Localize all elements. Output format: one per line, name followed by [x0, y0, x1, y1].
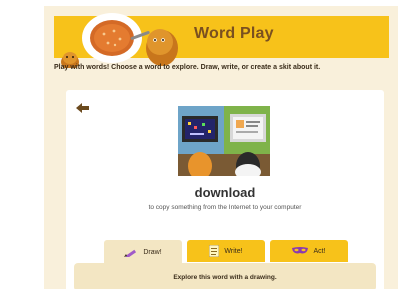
vocabulary-word: download: [194, 185, 256, 200]
word-card: download to copy something from the Inte…: [66, 90, 384, 289]
explore-instruction: Explore this word with a drawing.: [173, 273, 277, 281]
tab-act[interactable]: Act!: [270, 240, 348, 262]
word-definition: to copy something from the Internet to y…: [148, 204, 302, 211]
tab-act-label: Act!: [313, 247, 326, 255]
page-title: Word Play: [194, 25, 274, 42]
pie-illustration: [61, 13, 178, 68]
tab-write-label: Write!: [224, 247, 243, 255]
tab-draw[interactable]: Draw!: [104, 240, 182, 264]
kids-at-computers-illustration: [178, 106, 270, 176]
header-banner: Word Play: [54, 13, 389, 68]
pencil-icon: [124, 249, 137, 257]
tab-draw-label: Draw!: [143, 248, 162, 256]
tab-write[interactable]: Write!: [187, 240, 265, 262]
explore-panel: Explore this word with a drawing.: [74, 263, 376, 289]
word-play-page: Word Play Play with words! Choose a word…: [44, 6, 398, 289]
notepad-icon: [209, 245, 220, 257]
intro-text: Play with words! Choose a word to explor…: [54, 64, 321, 71]
mask-icon: [292, 247, 309, 254]
arrow-left-icon[interactable]: [76, 102, 90, 114]
